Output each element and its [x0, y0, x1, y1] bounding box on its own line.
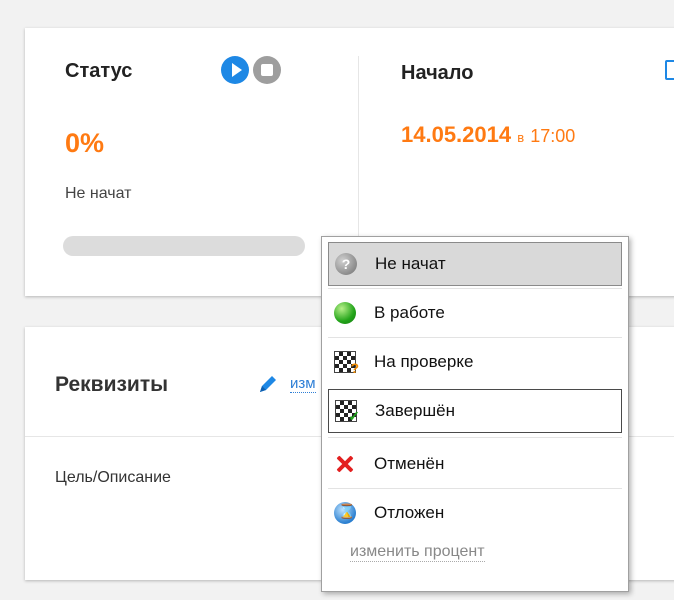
menu-item-label: Отменён	[374, 454, 445, 473]
status-text: Не начат	[65, 185, 132, 202]
stop-icon[interactable]	[253, 56, 281, 84]
menu-item-label: Завершён	[375, 401, 455, 420]
play-icon[interactable]	[221, 56, 249, 84]
menu-item-review[interactable]: ? На проверке	[328, 340, 622, 384]
menu-item-label: Отложен	[374, 503, 445, 522]
checkered-flag-check-icon: ✓	[335, 400, 360, 424]
top-cut-off-line	[0, 0, 674, 12]
change-percent-link[interactable]: изменить процент	[350, 543, 485, 562]
status-percent: 0%	[65, 128, 105, 158]
progress-bar	[63, 236, 305, 256]
menu-item-label: В работе	[374, 303, 445, 322]
status-dropdown-menu: ? Не начат В работе ? На проверке ✓ Заве…	[321, 236, 629, 592]
edit-link[interactable]: изм	[290, 375, 316, 393]
menu-separator	[328, 488, 622, 489]
menu-item-postponed[interactable]: Отложен	[328, 491, 622, 535]
menu-item-label: Не начат	[375, 254, 446, 273]
menu-separator	[328, 288, 622, 289]
requisites-title: Реквизиты	[55, 373, 169, 396]
start-datetime: 14.05.2014 в 17:00	[401, 122, 575, 148]
start-time: 17:00	[530, 126, 576, 146]
menu-item-label: На проверке	[374, 352, 474, 371]
question-icon: ?	[335, 253, 357, 275]
menu-item-completed[interactable]: ✓ Завершён	[328, 389, 622, 433]
start-title: Начало	[401, 62, 474, 84]
menu-separator	[328, 337, 622, 338]
menu-separator	[328, 437, 622, 438]
pencil-icon[interactable]	[257, 373, 279, 395]
globe-hourglass-icon	[334, 502, 356, 524]
menu-item-not-started[interactable]: ? Не начат	[328, 242, 622, 286]
menu-item-in-progress[interactable]: В работе	[328, 291, 622, 335]
red-x-icon	[334, 453, 356, 475]
menu-item-cancelled[interactable]: Отменён	[328, 442, 622, 486]
status-title: Статус	[65, 60, 133, 82]
start-date: 14.05.2014	[401, 122, 512, 147]
calendar-icon[interactable]	[665, 60, 674, 80]
goal-description-label: Цель/Описание	[55, 469, 171, 486]
start-in: в	[517, 130, 525, 145]
checkered-flag-question-icon: ?	[334, 351, 359, 376]
green-ball-icon	[334, 302, 356, 324]
